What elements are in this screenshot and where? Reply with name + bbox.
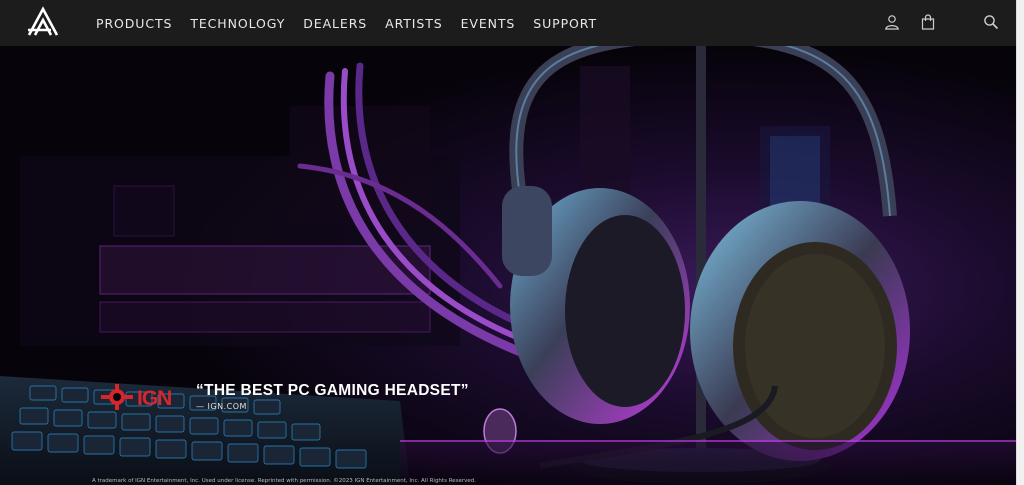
ign-logo-icon: IGN — [101, 384, 172, 410]
svg-text:IGN: IGN — [137, 387, 171, 410]
page-scrollbar[interactable] — [1016, 0, 1024, 485]
hero-background-image — [0, 46, 1016, 485]
cart-icon[interactable] — [920, 14, 936, 30]
nav-support[interactable]: SUPPORT — [533, 16, 597, 31]
hero-banner: IGN “THE BEST PC GAMING HEADSET” — IGN.C… — [0, 46, 1016, 485]
hero-disclaimer: A trademark of IGN Entertainment, Inc. U… — [92, 478, 477, 484]
nav-products[interactable]: PRODUCTS — [96, 16, 172, 31]
nav-technology[interactable]: TECHNOLOGY — [190, 16, 285, 31]
page: PRODUCTS TECHNOLOGY DEALERS ARTISTS EVEN… — [0, 0, 1024, 485]
hero-quote-source: — IGN.COM — [196, 402, 247, 411]
main-nav: PRODUCTS TECHNOLOGY DEALERS ARTISTS EVEN… — [96, 0, 615, 46]
nav-events[interactable]: EVENTS — [461, 16, 516, 31]
hero-quote: “THE BEST PC GAMING HEADSET” — [196, 382, 469, 399]
account-icon[interactable] — [884, 14, 900, 30]
audeze-a-logo-icon[interactable] — [25, 6, 61, 38]
search-icon[interactable] — [983, 14, 999, 30]
nav-artists[interactable]: ARTISTS — [385, 16, 442, 31]
site-header: PRODUCTS TECHNOLOGY DEALERS ARTISTS EVEN… — [0, 0, 1016, 46]
nav-dealers[interactable]: DEALERS — [303, 16, 367, 31]
